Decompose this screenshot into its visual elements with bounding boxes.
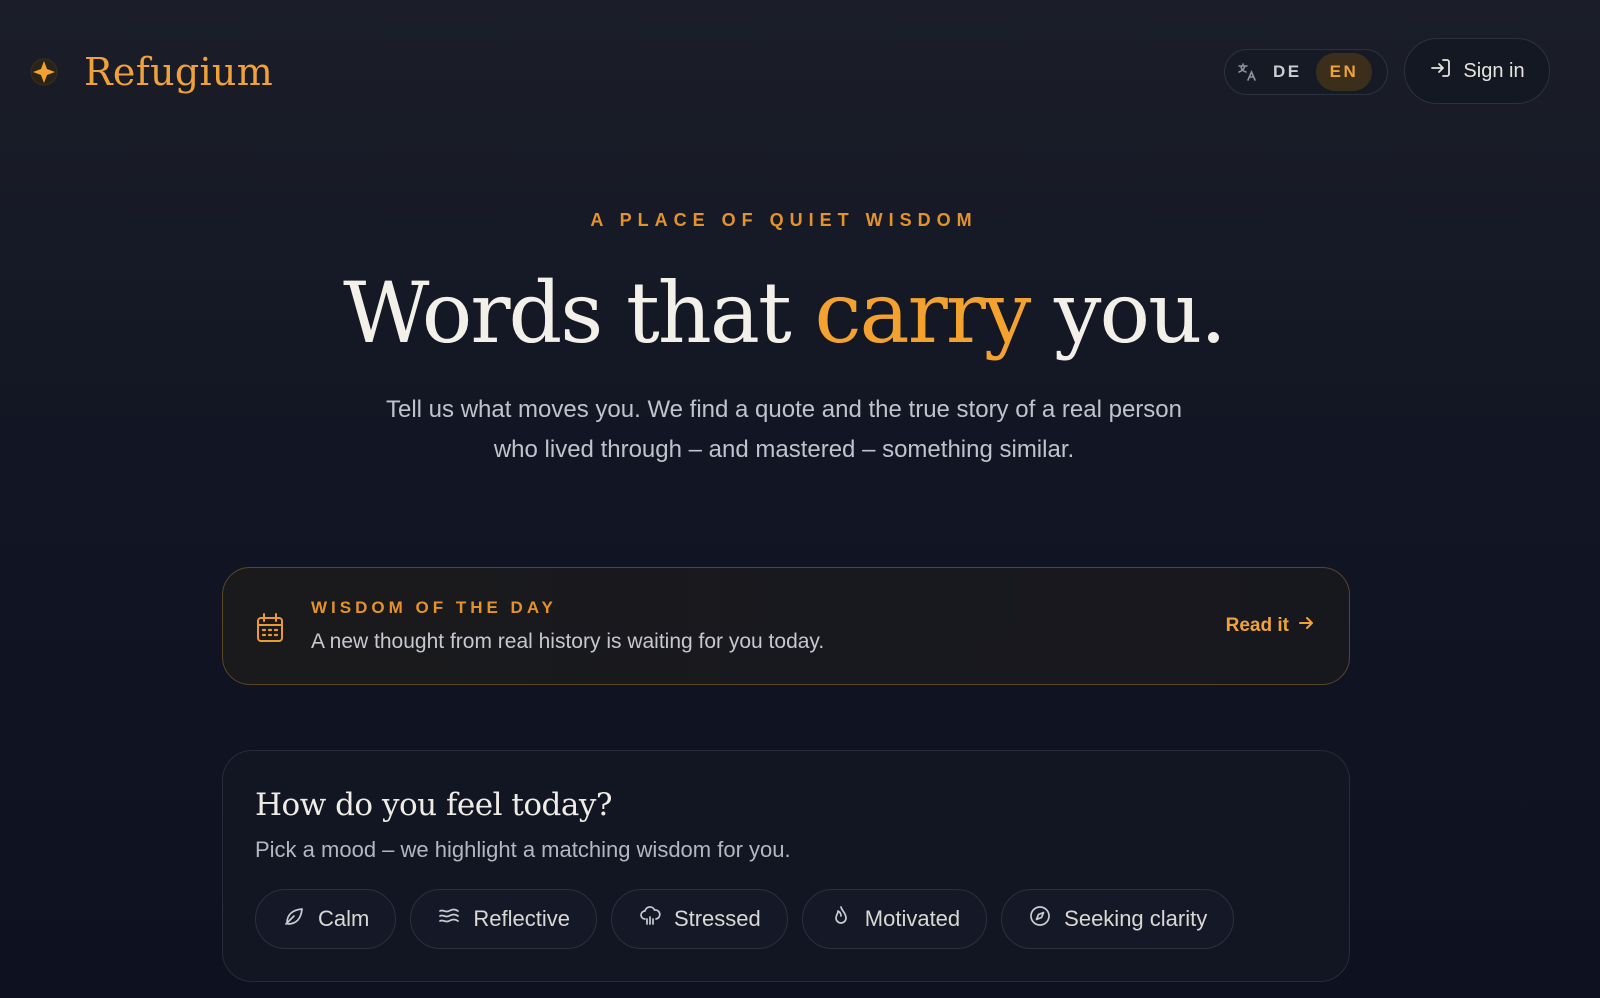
mood-card: How do you feel today? Pick a mood – we … bbox=[222, 750, 1350, 982]
mood-chip-label: Stressed bbox=[673, 906, 761, 931]
leaf-icon bbox=[282, 904, 306, 934]
lang-en-button[interactable]: EN bbox=[1315, 53, 1373, 91]
waves-icon bbox=[437, 904, 461, 934]
mood-chip-reflective[interactable]: Reflective bbox=[410, 889, 597, 949]
storm-cloud-icon bbox=[638, 904, 662, 934]
mood-chip-stressed[interactable]: Stressed bbox=[610, 889, 788, 949]
subhead-line-2: who lived through – and mastered – somet… bbox=[493, 436, 1075, 463]
mood-chip-label: Calm bbox=[318, 906, 370, 931]
compass-star-icon bbox=[28, 56, 60, 88]
brand[interactable]: Refugium bbox=[28, 50, 273, 94]
mood-title: How do you feel today? bbox=[255, 787, 612, 823]
wisdom-of-the-day-card[interactable]: WISDOM OF THE DAY A new thought from rea… bbox=[222, 567, 1350, 685]
arrow-right-icon bbox=[1297, 614, 1315, 638]
sign-in-button[interactable]: Sign in bbox=[1404, 38, 1550, 104]
mood-chip-calm[interactable]: Calm bbox=[255, 889, 397, 949]
hero-headline: Words that carry you. bbox=[0, 258, 1568, 368]
mood-chip-motivated[interactable]: Motivated bbox=[801, 889, 988, 949]
headline-accent: carry bbox=[814, 264, 1031, 362]
sign-in-label: Sign in bbox=[1463, 59, 1525, 82]
read-it-link[interactable]: Read it bbox=[1226, 614, 1315, 638]
hero-subhead: Tell us what moves you. We find a quote … bbox=[334, 390, 1234, 470]
wisdom-label: WISDOM OF THE DAY bbox=[311, 598, 557, 617]
compass-icon bbox=[1028, 904, 1052, 934]
mood-chip-label: Reflective bbox=[473, 906, 570, 931]
mood-chips: Calm Reflective Stressed Motivated Seeki… bbox=[255, 889, 1235, 949]
mood-chip-label: Seeking clarity bbox=[1064, 906, 1208, 931]
lang-de-button[interactable]: DE bbox=[1259, 53, 1316, 91]
sign-in-icon bbox=[1429, 56, 1453, 86]
headline-before: Words that bbox=[343, 264, 792, 362]
read-it-label: Read it bbox=[1225, 615, 1289, 636]
mood-subtitle: Pick a mood – we highlight a matching wi… bbox=[255, 837, 791, 862]
hero-eyebrow: A PLACE OF QUIET WISDOM bbox=[590, 210, 978, 230]
mood-chip-seeking-clarity[interactable]: Seeking clarity bbox=[1001, 889, 1235, 949]
language-switch: DE EN bbox=[1224, 49, 1388, 95]
calendar-icon bbox=[255, 612, 285, 644]
brand-name: Refugium bbox=[84, 50, 274, 94]
wisdom-text: A new thought from real history is waiti… bbox=[311, 630, 825, 653]
subhead-line-1: Tell us what moves you. We find a quote … bbox=[386, 396, 1182, 423]
translate-icon bbox=[1235, 60, 1259, 84]
mood-chip-label: Motivated bbox=[864, 906, 961, 931]
flame-icon bbox=[829, 904, 853, 934]
headline-after: you. bbox=[1054, 264, 1227, 362]
page: Refugium DE EN Sign in A PLACE OF QUIET … bbox=[0, 0, 1600, 998]
